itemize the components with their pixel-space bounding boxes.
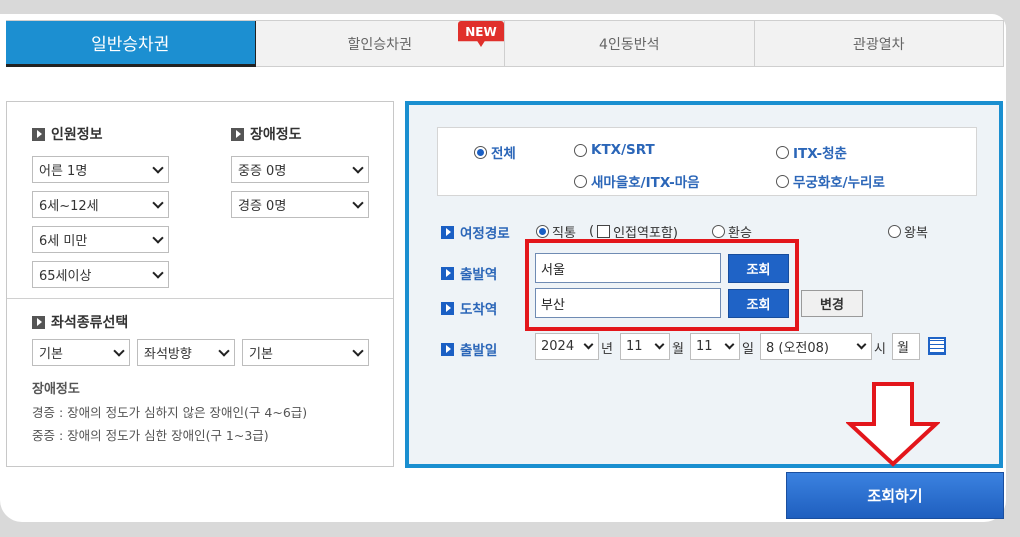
radio-selected-icon <box>474 145 487 159</box>
arrow-bullet-icon <box>441 342 454 356</box>
departure-label: 출발역 <box>441 263 497 283</box>
year-select[interactable]: 2024 <box>535 333 599 360</box>
train-type-itx-cheongchun-radio[interactable]: ITX-청춘 <box>776 142 847 162</box>
chevron-down-icon <box>654 339 665 350</box>
calendar-icon[interactable] <box>928 337 946 355</box>
ticket-tabs: 일반승차권 할인승차권 4인동반석 관광열차 <box>6 20 1004 67</box>
chevron-down-icon <box>152 197 164 209</box>
checkbox-icon <box>597 225 611 238</box>
month-select[interactable]: 11 <box>620 333 670 360</box>
arrow-bullet-icon <box>441 225 454 239</box>
radio-icon <box>574 174 587 188</box>
radio-icon <box>888 225 901 238</box>
disability-title: 장애정도 <box>231 124 302 144</box>
day-unit: 일 <box>742 342 754 357</box>
seat-type-title: 좌석종류선택 <box>32 312 128 332</box>
tab-tour-train[interactable]: 관광열차 <box>754 21 1004 67</box>
swap-stations-button[interactable]: 변경 <box>801 290 863 317</box>
disability-note-severe: 중증 : 장애의 정도가 심한 장애인(구 1~3급) <box>32 428 269 443</box>
radio-icon <box>776 145 789 159</box>
disability-note-title: 장애정도 <box>32 382 80 397</box>
tab-group-seat[interactable]: 4인동반석 <box>505 21 755 67</box>
arrival-label: 도착역 <box>441 298 497 318</box>
infant-select[interactable]: 6세 미만 <box>32 226 169 253</box>
child-select[interactable]: 6세~12세 <box>32 191 169 218</box>
chevron-down-icon <box>352 197 364 209</box>
chevron-down-icon <box>724 339 735 350</box>
chevron-down-icon <box>352 345 364 357</box>
train-type-mugunghwa-radio[interactable]: 무궁화호/누리로 <box>776 171 885 191</box>
arrow-bullet-icon <box>32 127 45 141</box>
chevron-down-icon <box>152 232 164 244</box>
train-type-all-radio[interactable]: 전체 <box>474 142 516 162</box>
severe-disability-select[interactable]: 중증 0명 <box>231 156 369 183</box>
chevron-down-icon <box>152 267 164 279</box>
train-type-ktx-radio[interactable]: KTX/SRT <box>574 142 655 158</box>
arrow-bullet-icon <box>441 301 454 315</box>
chevron-down-icon <box>152 162 164 174</box>
year-unit: 년 <box>601 342 613 357</box>
weekday-field: 월 <box>892 333 920 360</box>
down-arrow-icon <box>846 382 940 467</box>
divider <box>7 298 393 299</box>
radio-icon <box>776 174 789 188</box>
station-highlight-box <box>525 239 799 331</box>
route-label: 여정경로 <box>441 222 510 242</box>
passenger-panel: 인원정보 장애정도 어른 1명 6세~12세 6세 미만 65세이상 중증 0명… <box>6 101 394 467</box>
arrow-bullet-icon <box>231 127 244 141</box>
hour-unit: 시 <box>874 342 886 357</box>
month-unit: 월 <box>672 342 684 357</box>
hour-select[interactable]: 8 (오전08) <box>760 333 872 360</box>
train-type-saemaeul-radio[interactable]: 새마을호/ITX-마음 <box>574 171 700 191</box>
radio-icon <box>712 225 725 238</box>
seat-type-select[interactable]: 기본 <box>32 339 130 366</box>
tab-general-ticket[interactable]: 일반승차권 <box>6 21 256 67</box>
disability-note-mild: 경증 : 장애의 정도가 심하지 않은 장애인(구 4~6급) <box>32 405 308 420</box>
seat-option-select[interactable]: 기본 <box>242 339 369 366</box>
day-select[interactable]: 11 <box>690 333 740 360</box>
route-round-trip-radio[interactable]: 왕복 <box>888 222 928 241</box>
senior-select[interactable]: 65세이상 <box>32 261 169 288</box>
adult-select[interactable]: 어른 1명 <box>32 156 169 183</box>
chevron-down-icon <box>113 345 125 357</box>
chevron-down-icon <box>218 345 230 357</box>
arrow-bullet-icon <box>441 266 454 280</box>
departure-date-label: 출발일 <box>441 339 497 359</box>
chevron-down-icon <box>856 339 867 350</box>
search-trains-button[interactable]: 조회하기 <box>786 472 1004 519</box>
train-type-box: 전체 KTX/SRT ITX-청춘 새마을호/ITX-마음 무궁화호/누리로 <box>437 127 977 196</box>
mild-disability-select[interactable]: 경증 0명 <box>231 191 369 218</box>
radio-selected-icon <box>536 225 549 238</box>
radio-icon <box>574 143 587 157</box>
passenger-info-title: 인원정보 <box>32 124 103 144</box>
chevron-down-icon <box>352 162 364 174</box>
chevron-down-icon <box>583 339 594 350</box>
arrow-bullet-icon <box>32 315 45 329</box>
seat-direction-select[interactable]: 좌석방향 <box>137 339 235 366</box>
